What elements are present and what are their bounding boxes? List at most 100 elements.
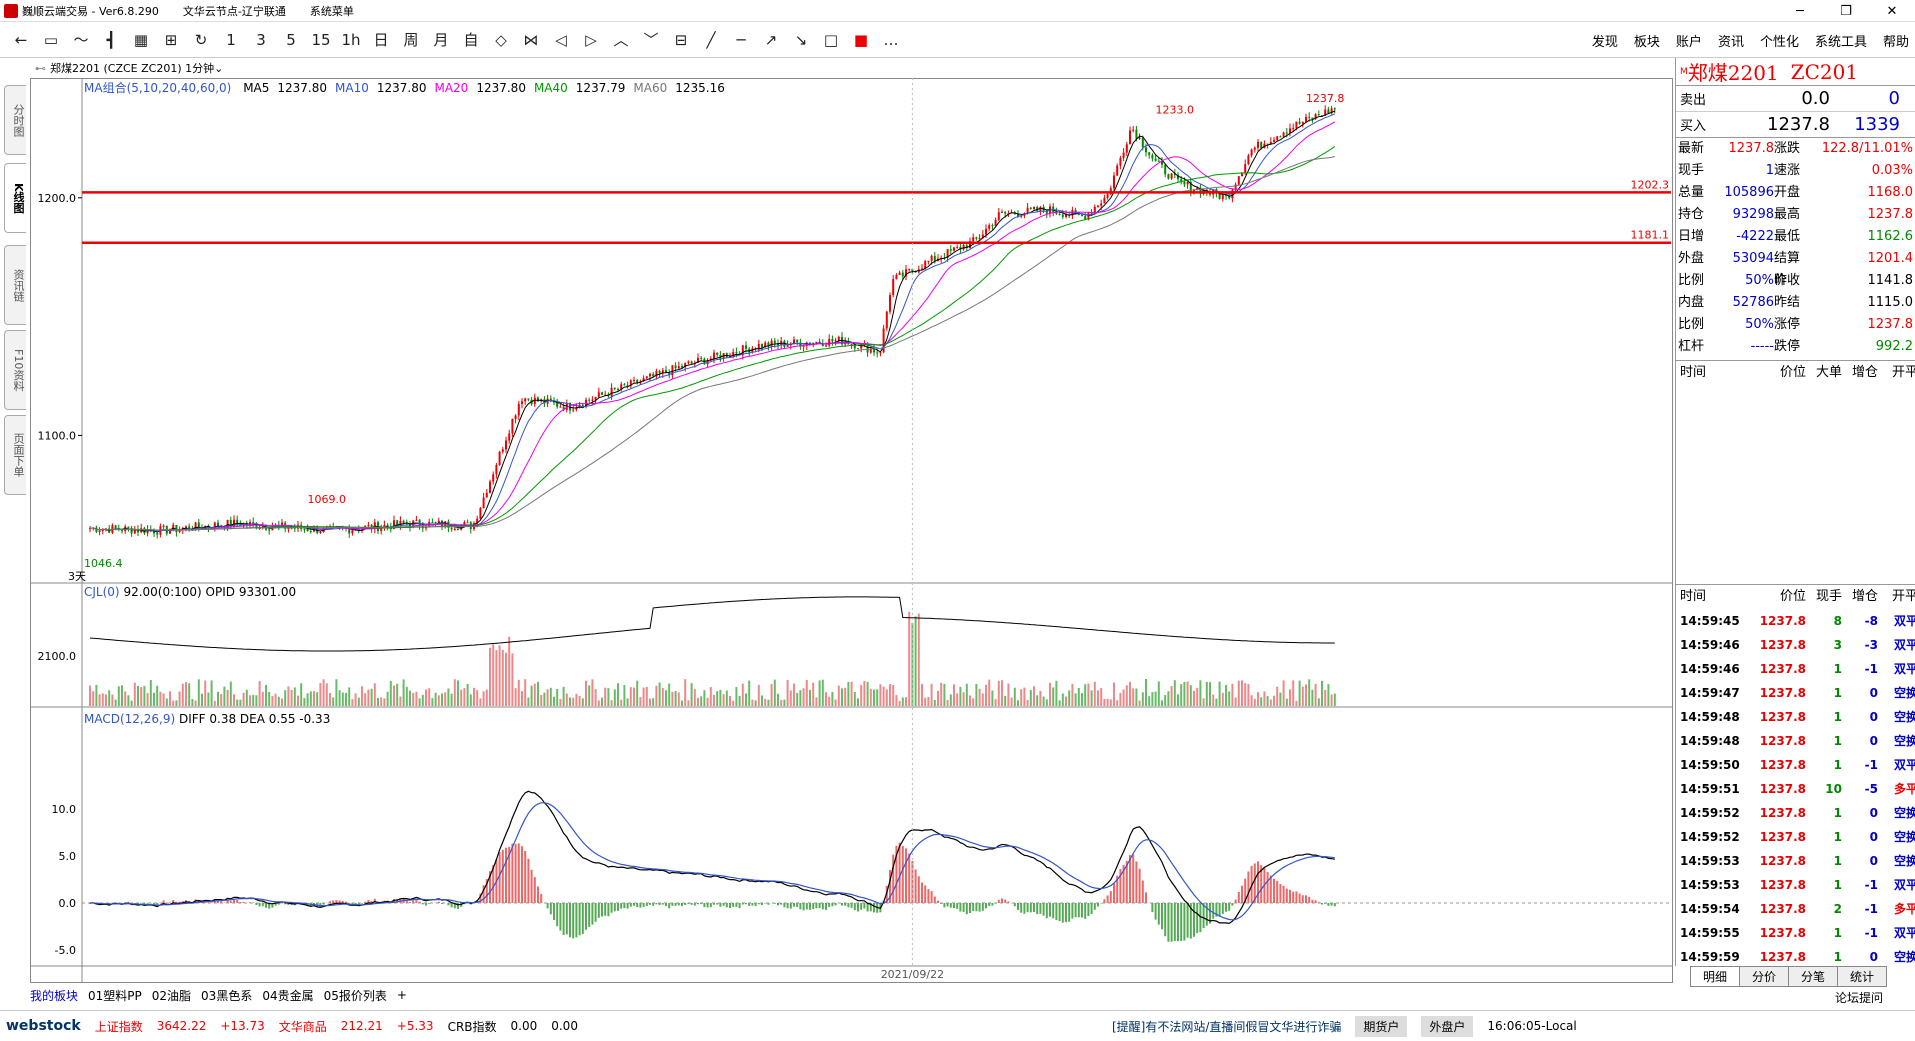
tab-oil[interactable]: 02油脂 [152, 987, 191, 1004]
down-icon[interactable]: ﹀ [636, 26, 666, 54]
wave-chart-icon[interactable]: 〜 [66, 26, 96, 54]
macd-bar [1237, 891, 1240, 903]
macd-bar [825, 903, 827, 910]
trade-cell: 1 [1833, 806, 1842, 820]
candle-body [892, 279, 895, 296]
tab-price[interactable]: 分价 [1739, 966, 1790, 987]
hline-icon[interactable]: ─ [726, 26, 756, 54]
candle-body [1132, 129, 1135, 131]
menu-sector[interactable]: 板块 [1634, 31, 1660, 50]
tab-quote-list[interactable]: 05报价列表 [324, 987, 387, 1004]
close-icon[interactable]: ✕ [1869, 0, 1915, 22]
macd-bar [668, 903, 671, 909]
period-15[interactable]: 15 [306, 26, 336, 54]
tab-detail[interactable]: 明细 [1690, 966, 1741, 987]
server-label[interactable]: 文华云节点-辽宁联通 [183, 3, 286, 19]
macd-bar [943, 903, 946, 908]
macd-label[interactable]: MACD(12,26,9) [84, 712, 175, 726]
volume-bar [319, 682, 322, 706]
left-icon[interactable]: ◁ [546, 26, 576, 54]
volume-bar [1263, 691, 1266, 706]
ray-icon[interactable]: ↗ [756, 26, 786, 54]
system-menu[interactable]: 系统菜单 [310, 3, 354, 19]
candle-body [658, 370, 661, 374]
trade-cell: -1 [1864, 926, 1878, 940]
buy-price[interactable]: 1237.8 [1720, 114, 1830, 135]
forum-link[interactable]: 论坛提问 [1835, 989, 1883, 1006]
period-month[interactable]: 月 [426, 26, 456, 54]
tab-metals[interactable]: 04贵金属 [262, 987, 313, 1004]
menu-personalize[interactable]: 个性化 [1760, 31, 1799, 50]
trade-cell: 双平 [1893, 926, 1915, 940]
macd-bar [1324, 903, 1327, 904]
chevron-down-icon[interactable]: ⌄ [214, 62, 223, 75]
add-tab-button[interactable]: + [397, 988, 407, 1002]
right-icon[interactable]: ▷ [576, 26, 606, 54]
index1-name[interactable]: 上证指数 [95, 1018, 143, 1035]
draw-line-icon[interactable]: ╱ [696, 26, 726, 54]
tab-order[interactable]: 页面下单 [4, 415, 26, 495]
sell-price[interactable]: 0.0 [1720, 88, 1830, 109]
period-week[interactable]: 周 [396, 26, 426, 54]
tab-stat[interactable]: 统计 [1837, 966, 1888, 987]
up-icon[interactable]: ︿ [606, 26, 636, 54]
macd-bar [1007, 901, 1010, 903]
volume-bar [585, 680, 587, 706]
line-chart-icon[interactable]: ▭ [36, 26, 66, 54]
contract-title[interactable]: 郑煤2201 (CZCE ZC201) 1分钟 [50, 60, 214, 76]
tab-tick[interactable]: 分笔 [1788, 966, 1839, 987]
period-1[interactable]: 1 [216, 26, 246, 54]
candle-body [175, 525, 178, 532]
volume-bar [991, 690, 994, 706]
menu-tools[interactable]: 系统工具 [1815, 31, 1867, 50]
period-5[interactable]: 5 [276, 26, 306, 54]
menu-help[interactable]: 帮助 [1883, 31, 1909, 50]
table-icon[interactable]: ⊞ [156, 26, 186, 54]
tab-f10[interactable]: F10资料 [4, 330, 26, 410]
tab-kline[interactable]: K线图 [4, 163, 26, 233]
volume-bar [444, 692, 447, 706]
notice-text[interactable]: [提醒]有不法网站/直播间假冒文华进行诈骗 [1112, 1018, 1341, 1035]
period-custom[interactable]: 自 [456, 26, 486, 54]
volume-indicator-label[interactable]: CJL(0) [84, 585, 120, 599]
ma-legend-name: MA60 [633, 81, 668, 95]
index2-name[interactable]: 文华商品 [279, 1018, 327, 1035]
kline-chart-icon[interactable]: ┫ [96, 26, 126, 54]
depth-icon[interactable]: ▦ [126, 26, 156, 54]
period-day[interactable]: 日 [366, 26, 396, 54]
tab-news[interactable]: 资讯链 [4, 245, 26, 325]
ray-down-icon[interactable]: ↘ [786, 26, 816, 54]
refresh-icon[interactable]: ↻ [186, 26, 216, 54]
index3-name[interactable]: CRB指数 [448, 1018, 497, 1035]
diamond-icon[interactable]: ◇ [486, 26, 516, 54]
tab-plastic[interactable]: 01塑料PP [88, 987, 142, 1004]
candle-body [1001, 211, 1003, 213]
rect-icon[interactable]: □ [816, 26, 846, 54]
period-3[interactable]: 3 [246, 26, 276, 54]
tab-my-sector[interactable]: 我的板块 [30, 987, 78, 1004]
tab-timeshare[interactable]: 分时图 [4, 85, 26, 155]
menu-account[interactable]: 账户 [1676, 31, 1702, 50]
futures-account-button[interactable]: 期货户 [1355, 1015, 1408, 1037]
menu-discover[interactable]: 发现 [1592, 31, 1618, 50]
back-arrow-icon[interactable]: ← [6, 26, 36, 54]
volume-bar [869, 688, 872, 706]
volume-bar [764, 698, 767, 706]
minimize-icon[interactable]: ─ [1777, 0, 1823, 22]
tab-ferrous[interactable]: 03黑色系 [201, 987, 252, 1004]
foreign-account-button[interactable]: 外盘户 [1421, 1015, 1474, 1037]
color-icon[interactable]: ■ [846, 26, 876, 54]
maximize-icon[interactable]: ❐ [1823, 0, 1869, 22]
ma-legend-label[interactable]: MA组合(5,10,20,40,60,0) [84, 81, 231, 95]
period-1h[interactable]: 1h [336, 26, 366, 54]
menu-icon[interactable]: ⊷ [35, 62, 46, 75]
macd-bar [914, 869, 917, 903]
volume-bar [197, 679, 200, 706]
candle-body [559, 406, 562, 408]
kline-chart[interactable]: 1069.01233.01237.81046.43天 1200.01100.01… [30, 78, 1675, 983]
trade-row: 14:59:51 1237.8 10 -5 多平 [1676, 777, 1915, 801]
grid-icon[interactable]: ⊟ [666, 26, 696, 54]
bowtie-icon[interactable]: ⋈ [516, 26, 546, 54]
menu-news[interactable]: 资讯 [1718, 31, 1744, 50]
more-icon[interactable]: … [876, 26, 906, 54]
